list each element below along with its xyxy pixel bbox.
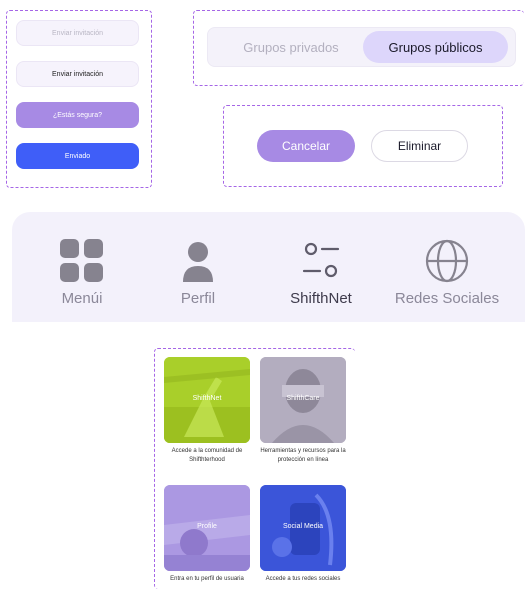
card-caption-social-media: Accede a tus redes sociales [265, 576, 341, 582]
grid-icon [59, 238, 105, 284]
nav-label-menu: Menúi [61, 290, 103, 307]
nav-label-shifthnet: ShifthNet [290, 290, 352, 307]
card-title-shifthnet: ShifthNet [192, 395, 222, 402]
tab-private-groups[interactable]: Grupos privados [226, 31, 356, 63]
nav-label-social: Redes Sociales [394, 290, 500, 307]
card-social-media[interactable]: Social Media [260, 485, 346, 571]
card-caption-shifthnet: Accede a la comunidad de Shifthterhood [171, 448, 243, 463]
card-title-social-media: Social Media [282, 523, 324, 530]
nav-item-profile[interactable]: Perfil [166, 212, 230, 322]
cancel-button[interactable]: Cancelar [257, 130, 355, 162]
tab-public-groups[interactable]: Grupos públicos [363, 31, 508, 63]
card-caption-shifthcare: Herramientas y recursos para la protecci… [260, 448, 346, 463]
nav-item-social[interactable]: Redes Sociales [392, 212, 502, 322]
card-title-profile: Profile [197, 523, 217, 530]
card-shifthnet[interactable]: ShifthNet [164, 357, 250, 443]
nav-item-menu[interactable]: Menúi [50, 212, 114, 322]
sent-button[interactable]: Enviado [16, 143, 139, 169]
user-icon [175, 238, 221, 284]
send-invitation-button-disabled[interactable]: Enviar invitación [16, 20, 139, 46]
nav-label-profile: Perfil [180, 290, 216, 307]
delete-button[interactable]: Eliminar [371, 130, 468, 162]
card-caption-profile: Entra en tu perfil de usuaria [170, 576, 244, 582]
card-shifthcare[interactable]: ShifthCare [260, 357, 346, 443]
globe-icon [424, 238, 470, 284]
are-you-sure-button[interactable]: ¿Estás segura? [16, 102, 139, 128]
group-visibility-tabs: Grupos privados Grupos públicos [207, 27, 516, 67]
card-title-shifthcare: ShifthCare [286, 395, 320, 402]
card-profile[interactable]: Profile [164, 485, 250, 571]
bottom-navigation: Menúi Perfil ShifthNet Redes Sociales [12, 212, 525, 322]
sliders-icon [298, 238, 344, 284]
send-invitation-button[interactable]: Enviar invitación [16, 61, 139, 87]
nav-item-shifthnet[interactable]: ShifthNet [276, 212, 366, 322]
